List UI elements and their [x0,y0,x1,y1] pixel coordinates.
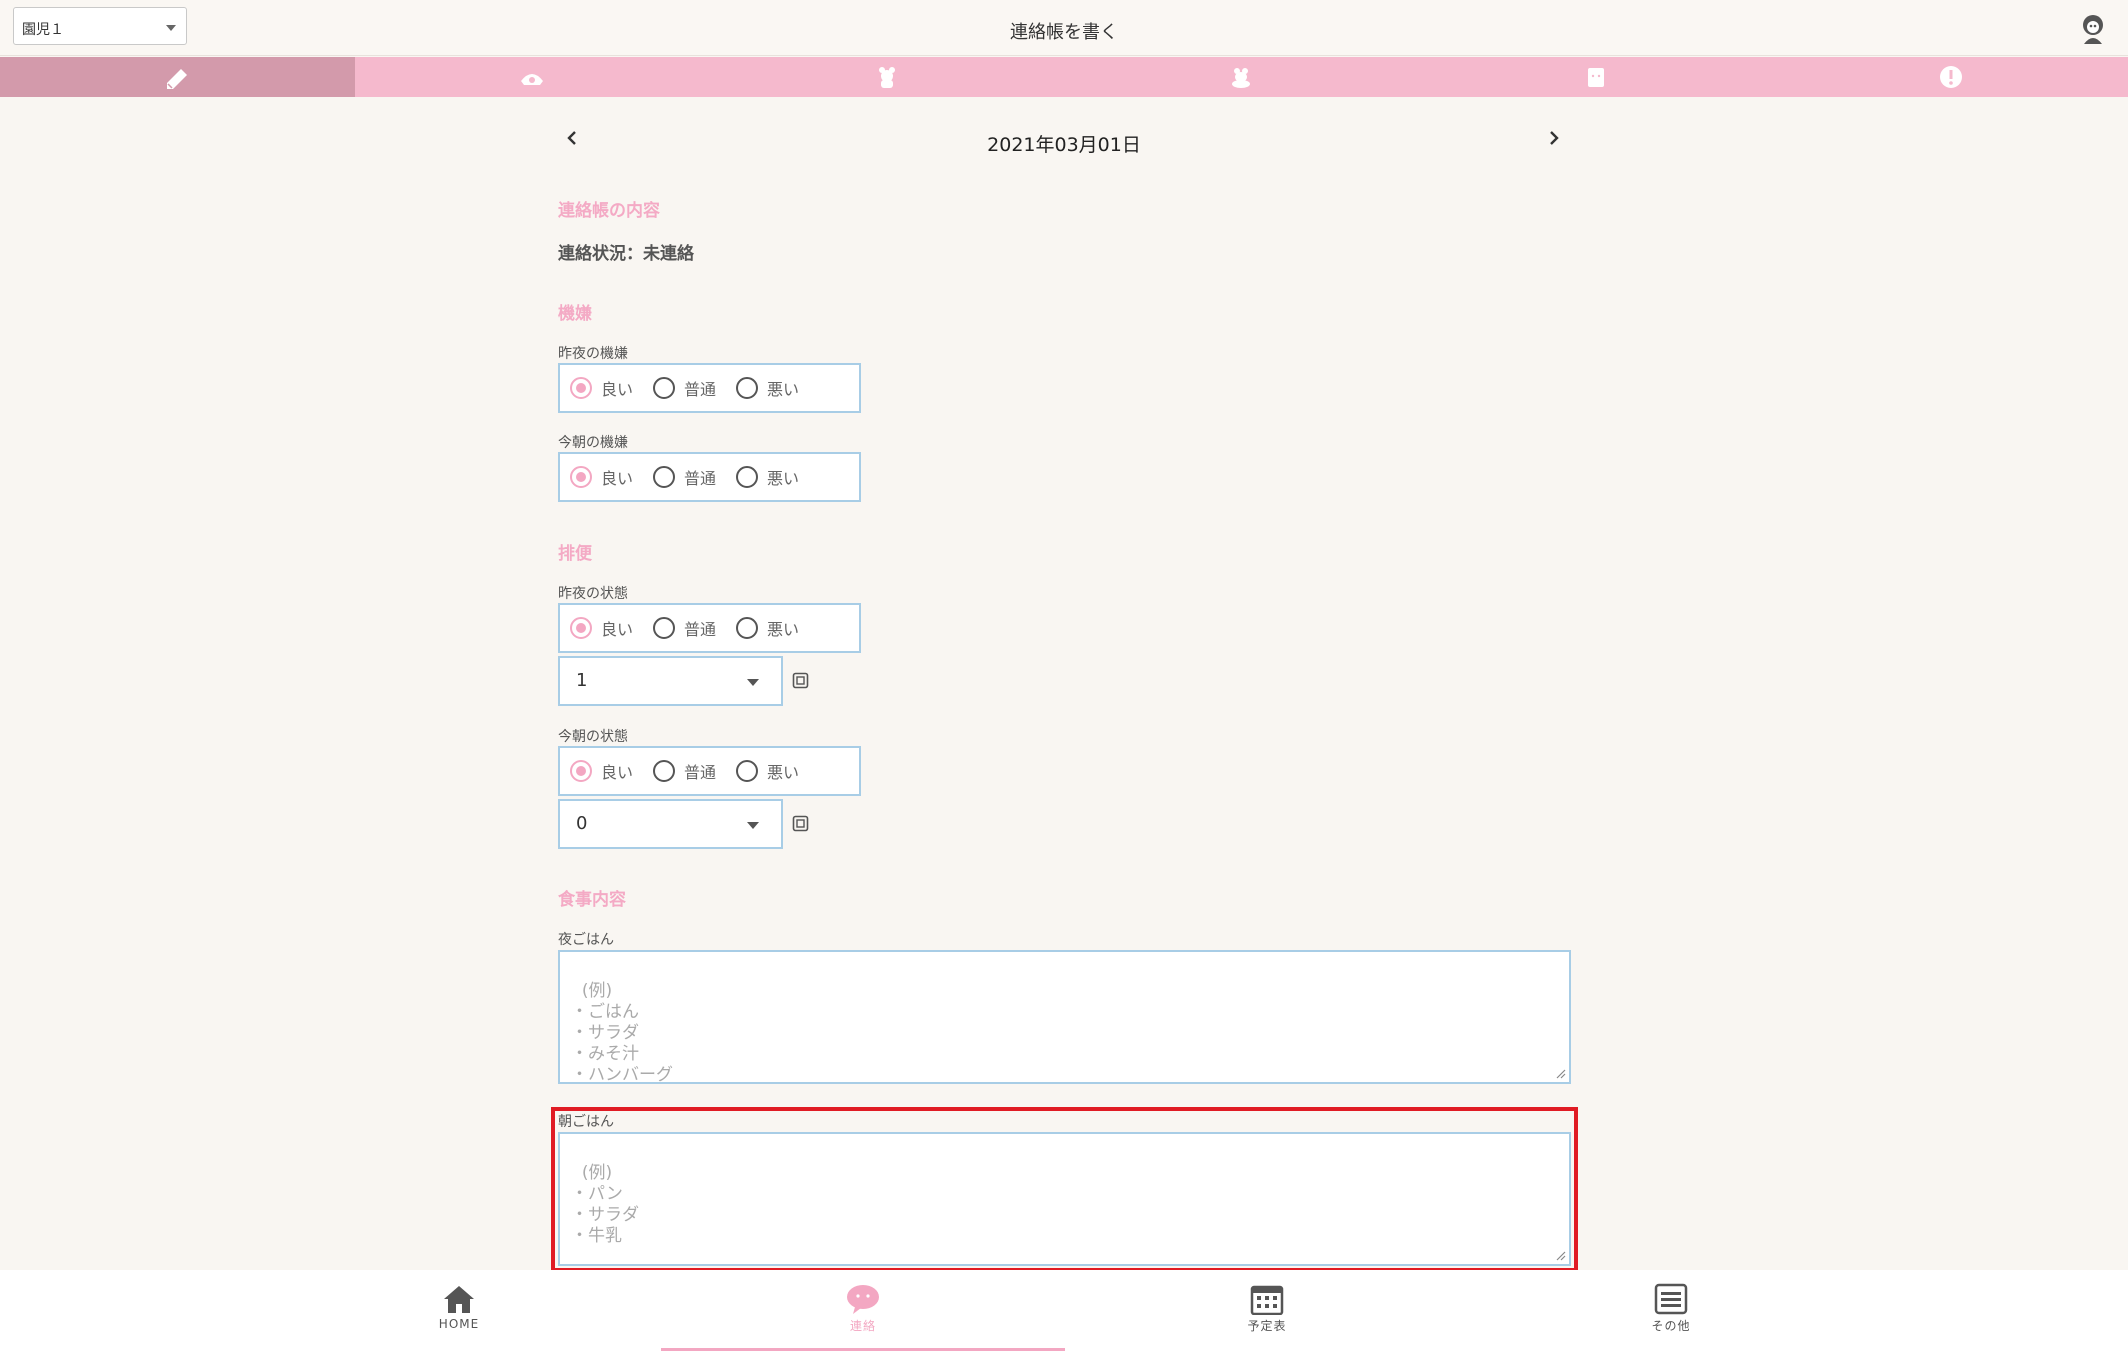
radio-good[interactable]: 良い [570,616,633,640]
user-avatar-icon[interactable] [2080,14,2106,44]
calendar-icon [1250,1285,1284,1315]
mood-last-night-label: 昨夜の機嫌 [558,346,628,362]
nav-other[interactable]: その他 [1469,1270,1873,1351]
radio-normal[interactable]: 普通 [653,616,716,640]
dinner-label: 夜ごはん [558,932,614,948]
breakfast-textarea[interactable]: (例) ・パン ・サラダ ・牛乳 [558,1132,1571,1266]
radio-good[interactable]: 良い [570,759,633,783]
radio-circle [653,377,676,399]
radio-label: 良い [601,469,634,488]
chevron-down-icon [747,822,759,829]
breakfast-placeholder: (例) ・パン ・サラダ ・牛乳 [571,1163,639,1246]
radio-label: 普通 [684,469,717,488]
radio-normal[interactable]: 普通 [653,465,716,489]
nav-schedule[interactable]: 予定表 [1065,1270,1469,1351]
radio-good[interactable]: 良い [570,465,633,489]
home-icon [444,1286,474,1313]
alert-icon [1939,66,1962,88]
bowel-this-morning-label: 今朝の状態 [558,729,628,745]
radio-label: 悪い [767,763,800,782]
calendar-face-icon [1588,68,1605,87]
radio-bad[interactable]: 悪い [736,616,799,640]
section-title-meal: 食事内容 [558,890,626,910]
category-tab-bar [0,57,2128,97]
radio-circle [736,617,759,639]
tab-phone[interactable] [355,57,710,97]
radio-normal[interactable]: 普通 [653,376,716,400]
mood-this-morning-radio-group: 良い 普通 悪い [558,452,861,502]
radio-circle [736,466,759,488]
radio-circle [736,760,759,782]
contact-status: 連絡状況：未連絡 [558,244,694,264]
radio-bad[interactable]: 悪い [736,759,799,783]
bowel-last-night-label: 昨夜の状態 [558,586,628,602]
radio-label: 良い [601,763,634,782]
section-title-contact: 連絡帳の内容 [558,201,660,221]
radio-circle [570,760,592,782]
menu-icon [1654,1283,1688,1315]
radio-circle [653,617,676,639]
radio-bad[interactable]: 悪い [736,465,799,489]
count-select-value: 0 [576,813,588,834]
section-title-mood: 機嫌 [558,304,592,324]
bear-icon [878,67,895,88]
dinner-textarea[interactable]: (例) ・ごはん ・サラダ ・みそ汁 ・ハンバーグ [558,950,1571,1085]
radio-bad[interactable]: 悪い [736,376,799,400]
tab-bear[interactable] [709,57,1064,97]
date-navigation: 2021年03月01日 [558,118,1570,164]
phone-icon [521,74,543,85]
chevron-right-icon[interactable] [1544,128,1564,148]
radio-label: 良い [601,380,634,399]
top-bar: 園児１ 連絡帳を書く [0,0,2128,56]
chat-face-icon [847,1285,879,1314]
breakfast-label: 朝ごはん [558,1114,614,1130]
radio-label: 悪い [767,620,800,639]
radio-label: 普通 [684,380,717,399]
bowel-this-morning-count-select[interactable]: 0 [558,799,783,849]
clear-icon[interactable] [792,815,809,832]
bottom-navigation: HOME 連絡 予定表 その他 [0,1270,2128,1351]
radio-circle [570,617,592,639]
mood-last-night-radio-group: 良い 普通 悪い [558,363,861,413]
tab-calendar-face[interactable] [1419,57,1774,97]
dinner-placeholder: (例) ・ごはん ・サラダ ・みそ汁 ・ハンバーグ [571,981,673,1085]
resize-grip-icon[interactable] [1554,1067,1566,1079]
radio-label: 普通 [684,763,717,782]
bowel-last-night-radio-group: 良い 普通 悪い [558,603,861,653]
bowel-last-night-count-select[interactable]: 1 [558,656,783,706]
resize-grip-icon[interactable] [1554,1249,1566,1261]
clear-icon[interactable] [792,672,809,689]
radio-label: 普通 [684,620,717,639]
radio-circle [736,377,759,399]
tab-alert[interactable] [1773,57,2128,97]
radio-normal[interactable]: 普通 [653,759,716,783]
bear-alt-icon [1232,68,1251,88]
page-title: 連絡帳を書く [1010,22,1118,43]
nav-contact[interactable]: 連絡 [661,1270,1065,1351]
tab-write[interactable] [0,57,355,97]
nav-contact-label: 連絡 [849,1319,876,1333]
radio-circle [570,377,592,399]
radio-label: 悪い [767,380,800,399]
nav-other-label: その他 [1651,1319,1691,1333]
count-select-value: 1 [576,670,588,691]
radio-good[interactable]: 良い [570,376,633,400]
radio-circle [570,466,592,488]
nav-home-label: HOME [438,1317,480,1331]
radio-circle [653,760,676,782]
tab-bear-alt[interactable] [1064,57,1419,97]
section-title-bowel: 排便 [558,544,592,564]
mood-this-morning-label: 今朝の機嫌 [558,435,628,451]
chevron-down-icon [747,679,759,686]
pencil-icon [167,69,188,89]
radio-label: 良い [601,620,634,639]
current-date: 2021年03月01日 [987,134,1141,156]
bowel-this-morning-radio-group: 良い 普通 悪い [558,746,861,796]
nav-schedule-label: 予定表 [1247,1319,1287,1333]
radio-label: 悪い [767,469,800,488]
nav-home[interactable]: HOME [257,1270,661,1351]
radio-circle [653,466,676,488]
